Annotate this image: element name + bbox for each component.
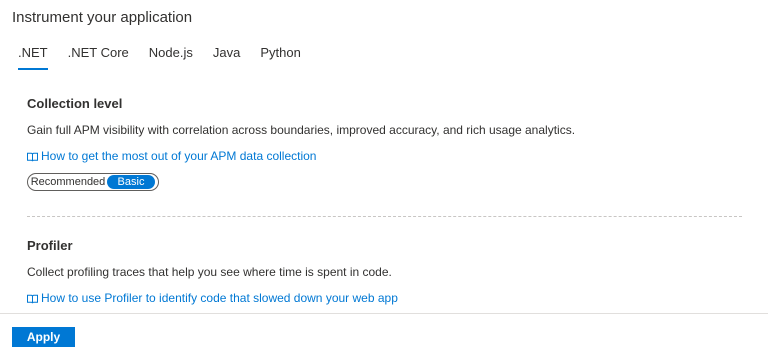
toggle-option-basic[interactable]: Basic [107,175,155,189]
profiler-description: Collect profiling traces that help you s… [27,265,742,279]
profiler-help-link-row: How to use Profiler to identify code tha… [27,291,742,305]
page-title: Instrument your application [12,9,193,26]
collection-level-toggle[interactable]: Recommended Basic [27,173,159,191]
tab-dotnet-core[interactable]: .NET Core [68,45,129,70]
profiler-text: Collect profiling traces that help you s… [27,265,392,279]
tab-python[interactable]: Python [260,45,300,70]
collection-help-link[interactable]: How to get the most out of your APM data… [27,149,742,163]
profiler-section: Profiler [27,238,742,253]
book-icon [27,293,38,304]
collection-level-description: Gain full APM visibility with correlatio… [27,123,742,137]
tab-dotnet[interactable]: .NET [18,45,48,70]
collection-help-link-text: How to get the most out of your APM data… [41,149,317,163]
section-divider [27,216,742,217]
collection-level-text: Gain full APM visibility with correlatio… [27,123,576,137]
collection-level-title: Collection level [27,96,123,111]
toggle-option-recommended[interactable]: Recommended [29,175,107,189]
profiler-help-link[interactable]: How to use Profiler to identify code tha… [27,291,742,305]
language-tabs: .NET .NET Core Node.js Java Python [18,45,321,70]
tab-nodejs[interactable]: Node.js [149,45,193,70]
profiler-title: Profiler [27,238,73,253]
tab-java[interactable]: Java [213,45,240,70]
book-icon [27,151,38,162]
profiler-help-link-text: How to use Profiler to identify code tha… [41,291,398,305]
collection-help-link-row: How to get the most out of your APM data… [27,149,742,163]
footer-divider [0,313,768,314]
collection-level-section: Collection level [27,96,742,111]
apply-button[interactable]: Apply [12,327,75,347]
